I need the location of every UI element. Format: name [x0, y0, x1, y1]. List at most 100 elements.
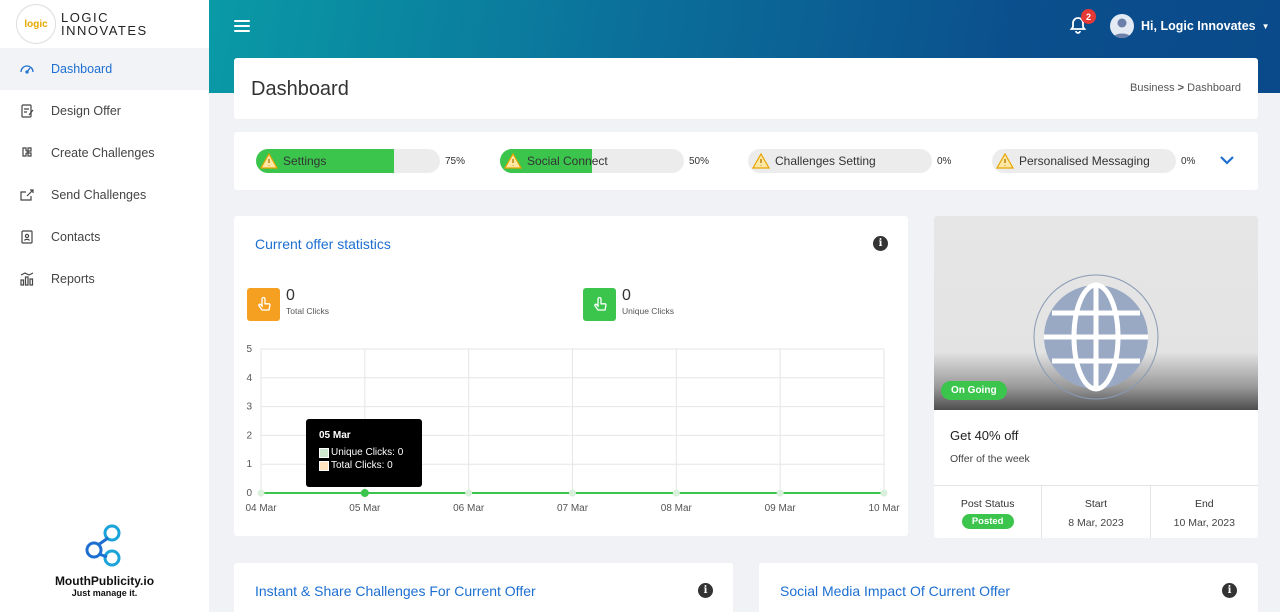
tooltip-row-total: Total Clicks: 0: [319, 460, 422, 471]
edit-document-icon: [18, 102, 36, 120]
progress-item-social-connect[interactable]: Social Connect 50%: [500, 149, 709, 173]
chevron-down-icon[interactable]: [1219, 152, 1235, 168]
legend-swatch: [319, 460, 329, 471]
sidebar-item-label: Send Challenges: [51, 188, 147, 202]
sidebar-item-dashboard[interactable]: Dashboard: [0, 48, 209, 90]
info-icon[interactable]: i: [873, 236, 888, 251]
y-tick-label: 2: [246, 430, 252, 441]
breadcrumb-separator: >: [1174, 82, 1188, 94]
brand-logo: logic: [16, 4, 56, 44]
sidebar-item-label: Create Challenges: [51, 146, 155, 160]
brand-name: LOGIC INNOVATES: [61, 11, 148, 37]
x-tick-label: 08 Mar: [661, 503, 693, 514]
unique-clicks-value: 0: [622, 287, 631, 304]
unique-clicks-metric: 0 Unique Clicks: [583, 288, 674, 321]
sidebar-item-label: Dashboard: [51, 62, 113, 76]
instant-share-challenges-card: Instant & Share Challenges For Current O…: [234, 563, 733, 612]
progress-item-personalised-messaging[interactable]: Personalised Messaging 0%: [992, 149, 1195, 173]
brand-name-line2: INNOVATES: [61, 23, 148, 38]
mouthpublicity-tagline: Just manage it.: [71, 588, 138, 598]
total-clicks-metric: 0 Total Clicks: [247, 288, 329, 321]
data-point: [465, 489, 473, 497]
offer-subtitle: Offer of the week: [950, 453, 1030, 465]
user-menu[interactable]: Hi, Logic Innovates ▼: [1110, 14, 1270, 38]
info-icon[interactable]: i: [1222, 583, 1237, 598]
sidebar-item-create-challenges[interactable]: Create Challenges: [0, 132, 209, 174]
current-offer-card[interactable]: On Going Get 40% off Offer of the week P…: [934, 216, 1258, 538]
share-icon: [18, 186, 36, 204]
progress-bar: Personalised Messaging: [992, 149, 1176, 173]
unique-clicks-label: Unique Clicks: [622, 306, 674, 316]
post-status-label: Post Status: [960, 498, 1015, 510]
chevron-down-icon: ▼: [1261, 21, 1270, 31]
card-title: Current offer statistics: [255, 236, 391, 252]
status-badge: On Going: [941, 381, 1007, 400]
social-media-impact-card: Social Media Impact Of Current Offer i: [759, 563, 1258, 612]
brand[interactable]: logic LOGIC INNOVATES: [0, 0, 209, 48]
offer-meta: Post Status Posted Start 8 Mar, 2023 End…: [934, 485, 1258, 538]
end-value: 10 Mar, 2023: [1173, 517, 1235, 529]
progress-item-challenges-setting[interactable]: Challenges Setting 0%: [748, 149, 951, 173]
progress-percent: 0%: [1181, 155, 1196, 167]
page-title: Dashboard: [251, 78, 349, 100]
offer-title: Get 40% off: [950, 428, 1019, 443]
y-tick-label: 1: [246, 459, 252, 470]
sidebar: logic LOGIC INNOVATES Dashboard Design O…: [0, 0, 209, 612]
progress-bar: Settings: [256, 149, 440, 173]
contact-book-icon: [18, 228, 36, 246]
offer-image: On Going: [934, 216, 1258, 410]
start-value: 8 Mar, 2023: [1068, 517, 1124, 529]
speedometer-icon: [18, 60, 36, 78]
posted-badge: Posted: [961, 514, 1014, 529]
sidebar-item-contacts[interactable]: Contacts: [0, 216, 209, 258]
tooltip-title: 05 Mar: [319, 430, 351, 441]
sidebar-nav: Dashboard Design Offer Create Challenges…: [0, 48, 209, 300]
progress-percent: 0%: [937, 155, 952, 167]
user-greeting: Hi, Logic Innovates: [1141, 19, 1256, 33]
x-tick-label: 10 Mar: [868, 503, 900, 514]
progress-bar: Challenges Setting: [748, 149, 932, 173]
data-point: [880, 489, 888, 497]
pointer-hand-icon: [247, 288, 280, 321]
data-point: [360, 489, 369, 497]
sidebar-item-label: Contacts: [51, 230, 101, 244]
tooltip-row-label: Total Clicks: 0: [331, 460, 393, 471]
x-tick-label: 09 Mar: [765, 503, 797, 514]
y-tick-label: 5: [246, 344, 252, 355]
page-header: Dashboard Business > Dashboard: [234, 58, 1258, 119]
breadcrumb-parent[interactable]: Business: [1130, 82, 1175, 94]
y-tick-label: 0: [246, 488, 252, 499]
sidebar-item-label: Design Offer: [51, 104, 121, 118]
breadcrumb: Business > Dashboard: [1130, 82, 1241, 94]
total-clicks-label: Total Clicks: [286, 306, 329, 316]
progress-bar: Social Connect: [500, 149, 684, 173]
sidebar-item-reports[interactable]: Reports: [0, 258, 209, 300]
sidebar-item-design-offer[interactable]: Design Offer: [0, 90, 209, 132]
progress-label: Challenges Setting: [775, 154, 876, 168]
x-tick-label: 04 Mar: [245, 503, 277, 514]
progress-label: Settings: [283, 154, 327, 168]
card-title: Social Media Impact Of Current Offer: [780, 583, 1011, 599]
post-status: Post Status Posted: [934, 486, 1043, 538]
mouthpublicity-name: MouthPublicity.io: [54, 574, 155, 588]
data-point: [672, 489, 680, 497]
progress-label: Personalised Messaging: [1019, 154, 1150, 168]
sidebar-item-send-challenges[interactable]: Send Challenges: [0, 174, 209, 216]
setup-progress: Settings 75% Social Connect 50% Challeng…: [234, 132, 1258, 190]
menu-toggle-icon[interactable]: [234, 18, 250, 34]
progress-percent: 75%: [445, 155, 466, 167]
offer-statistics-card: Current offer statistics i 0 Total Click…: [234, 216, 908, 536]
legend-swatch: [319, 447, 329, 458]
warning-icon: [752, 152, 770, 169]
data-point: [569, 489, 576, 497]
user-icon: [1113, 18, 1131, 38]
mouthpublicity-mark-icon: [85, 524, 120, 567]
progress-item-settings[interactable]: Settings 75%: [256, 149, 465, 173]
offer-start: Start 8 Mar, 2023: [1042, 486, 1151, 538]
offer-end: End 10 Mar, 2023: [1151, 486, 1258, 538]
info-icon[interactable]: i: [698, 583, 713, 598]
warning-icon: [260, 152, 278, 169]
progress-percent: 50%: [689, 155, 710, 167]
tooltip-row-label: Unique Clicks: 0: [331, 447, 404, 458]
puzzle-icon: [18, 144, 36, 162]
